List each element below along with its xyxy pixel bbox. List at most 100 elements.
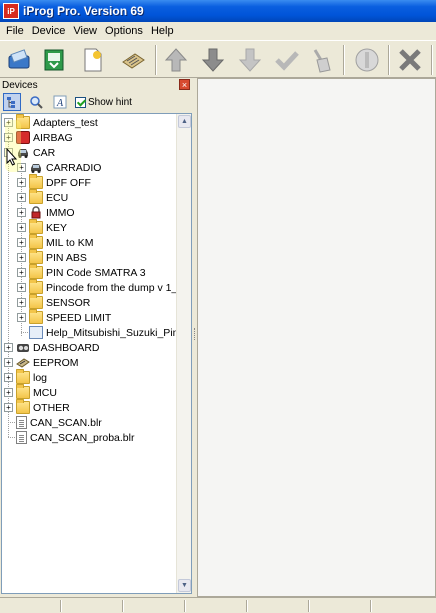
tree-item-label: PIN Code SMATRA 3	[46, 266, 146, 279]
tree-item-dashboard[interactable]: + DASHBOARD	[2, 340, 100, 355]
tree-item-pin-abs[interactable]: + PIN ABS	[2, 249, 87, 265]
close-x-icon[interactable]	[394, 44, 426, 76]
status-divider	[308, 600, 310, 612]
tree-item-help-mitsubishi[interactable]: Help_Mitsubishi_Suzuki_Pin.	[2, 325, 181, 340]
tree-item-key[interactable]: + KEY	[2, 219, 68, 235]
tree-item-pincode-from-dump[interactable]: + Pincode from the dump v 1_0	[2, 279, 183, 295]
menu-device[interactable]: Device	[28, 25, 70, 37]
scroll-up-icon[interactable]: ▲	[178, 115, 191, 128]
folder-icon	[29, 294, 43, 309]
tree-item-label: MIL to KM	[46, 236, 94, 249]
search-icon[interactable]	[27, 93, 45, 111]
tree-item-label: DASHBOARD	[33, 341, 100, 354]
tree-item-mcu[interactable]: + MCU	[2, 384, 57, 400]
tree-item-label: EEPROM	[33, 356, 79, 369]
read-chip-icon[interactable]	[3, 44, 35, 76]
menu-help[interactable]: Help	[147, 25, 178, 37]
erase-brush-icon[interactable]	[305, 44, 337, 76]
status-divider	[122, 600, 124, 612]
tree-item-label: CAN_SCAN_proba.blr	[30, 431, 135, 444]
tree-item-immo[interactable]: + IMMO	[2, 205, 75, 220]
tree-item-dpf-off[interactable]: + DPF OFF	[2, 174, 91, 190]
checkmark-icon[interactable]	[271, 44, 303, 76]
toolbar-separator	[155, 45, 157, 75]
status-divider	[246, 600, 248, 612]
folder-icon	[29, 249, 43, 264]
tree-item-label: PIN ABS	[46, 251, 87, 264]
tree-item-label: SPEED LIMIT	[46, 311, 112, 324]
tree-item-label: OTHER	[33, 401, 70, 414]
car-icon	[29, 161, 43, 174]
status-divider	[370, 600, 372, 612]
font-icon[interactable]: A	[51, 93, 69, 111]
tree-item-can-scan[interactable]: CAN_SCAN.blr	[2, 415, 102, 430]
tree-item-label: Help_Mitsubishi_Suzuki_Pin.	[46, 326, 182, 339]
show-hint-toggle[interactable]: Show hint	[75, 96, 132, 108]
title-bar[interactable]: iP iProg Pro. Version 69	[0, 0, 436, 22]
devices-panel-title: Devices	[2, 79, 38, 91]
stop-icon[interactable]	[351, 44, 383, 76]
folder-icon	[29, 279, 43, 294]
device-tree[interactable]: + Adapters_test + AIRBAG − CAR + CARRADI…	[1, 113, 192, 594]
dashboard-icon	[16, 341, 30, 354]
folder-icon	[29, 189, 43, 204]
tree-item-eeprom[interactable]: + EEPROM	[2, 355, 79, 370]
devices-panel-tools: A Show hint	[0, 92, 193, 112]
tree-item-mil-to-km[interactable]: + MIL to KM	[2, 234, 94, 250]
tree-item-label: IMMO	[46, 206, 75, 219]
folder-icon	[29, 309, 43, 324]
tree-item-sensor[interactable]: + SENSOR	[2, 294, 90, 310]
show-hint-checkbox[interactable]	[75, 96, 86, 108]
menu-file[interactable]: File	[2, 25, 28, 37]
tree-item-label: MCU	[33, 386, 57, 399]
file-icon	[16, 431, 27, 444]
show-hint-label: Show hint	[88, 96, 132, 108]
window-title: iProg Pro. Version 69	[23, 4, 144, 18]
main-toolbar	[0, 40, 436, 78]
programmer-icon[interactable]	[117, 44, 149, 76]
svg-text:A: A	[56, 98, 64, 109]
close-panel-icon[interactable]: ×	[179, 79, 190, 90]
main-work-area	[197, 78, 436, 597]
tree-item-pin-code-smatra-3[interactable]: + PIN Code SMATRA 3	[2, 264, 146, 280]
tree-vertical-scrollbar[interactable]: ▲ ▼	[176, 114, 191, 593]
tree-item-can-scan-proba[interactable]: CAN_SCAN_proba.blr	[2, 430, 134, 445]
status-divider	[60, 600, 62, 612]
tree-item-ecu[interactable]: + ECU	[2, 189, 69, 205]
up-arrow-icon[interactable]	[160, 44, 192, 76]
toolbar-separator	[431, 45, 433, 75]
scroll-down-icon[interactable]: ▼	[178, 579, 191, 592]
eeprom-chip-icon	[16, 356, 30, 369]
tree-item-log[interactable]: + log	[2, 369, 48, 385]
down-arrow-disabled-icon[interactable]	[234, 44, 266, 76]
folder-icon	[29, 234, 43, 249]
down-arrow-icon[interactable]	[197, 44, 229, 76]
tree-item-label: AIRBAG	[33, 131, 73, 144]
tree-item-label: CAR	[33, 146, 56, 159]
toolbar-separator	[343, 45, 345, 75]
folder-icon	[16, 384, 30, 399]
app-logo-icon: iP	[3, 3, 19, 19]
devices-panel: Devices × A Show hint + Adapters_test +	[0, 78, 193, 597]
help-document-icon	[29, 326, 43, 339]
tree-item-label: CAN_SCAN.blr	[30, 416, 102, 429]
tree-item-label: DPF OFF	[46, 176, 91, 189]
menu-bar: File Device View Options Help	[0, 22, 436, 40]
toolbar-separator	[388, 45, 390, 75]
tree-item-label: ECU	[46, 191, 69, 204]
tree-item-other[interactable]: + OTHER	[2, 399, 70, 415]
write-chip-icon[interactable]	[38, 44, 70, 76]
new-file-icon[interactable]	[76, 44, 108, 76]
tree-view-icon[interactable]	[3, 93, 21, 111]
tree-item-speed-limit[interactable]: + SPEED LIMIT	[2, 309, 112, 325]
folder-icon	[29, 264, 43, 279]
status-divider	[184, 600, 186, 612]
tree-item-label: log	[33, 371, 48, 384]
menu-view[interactable]: View	[69, 25, 101, 37]
folder-icon	[16, 399, 30, 414]
folder-icon	[29, 219, 43, 234]
tree-item-label: KEY	[46, 221, 68, 234]
tree-item-label: CARRADIO	[46, 161, 102, 174]
menu-options[interactable]: Options	[101, 25, 147, 37]
tree-item-label: Adapters_test	[33, 116, 98, 129]
